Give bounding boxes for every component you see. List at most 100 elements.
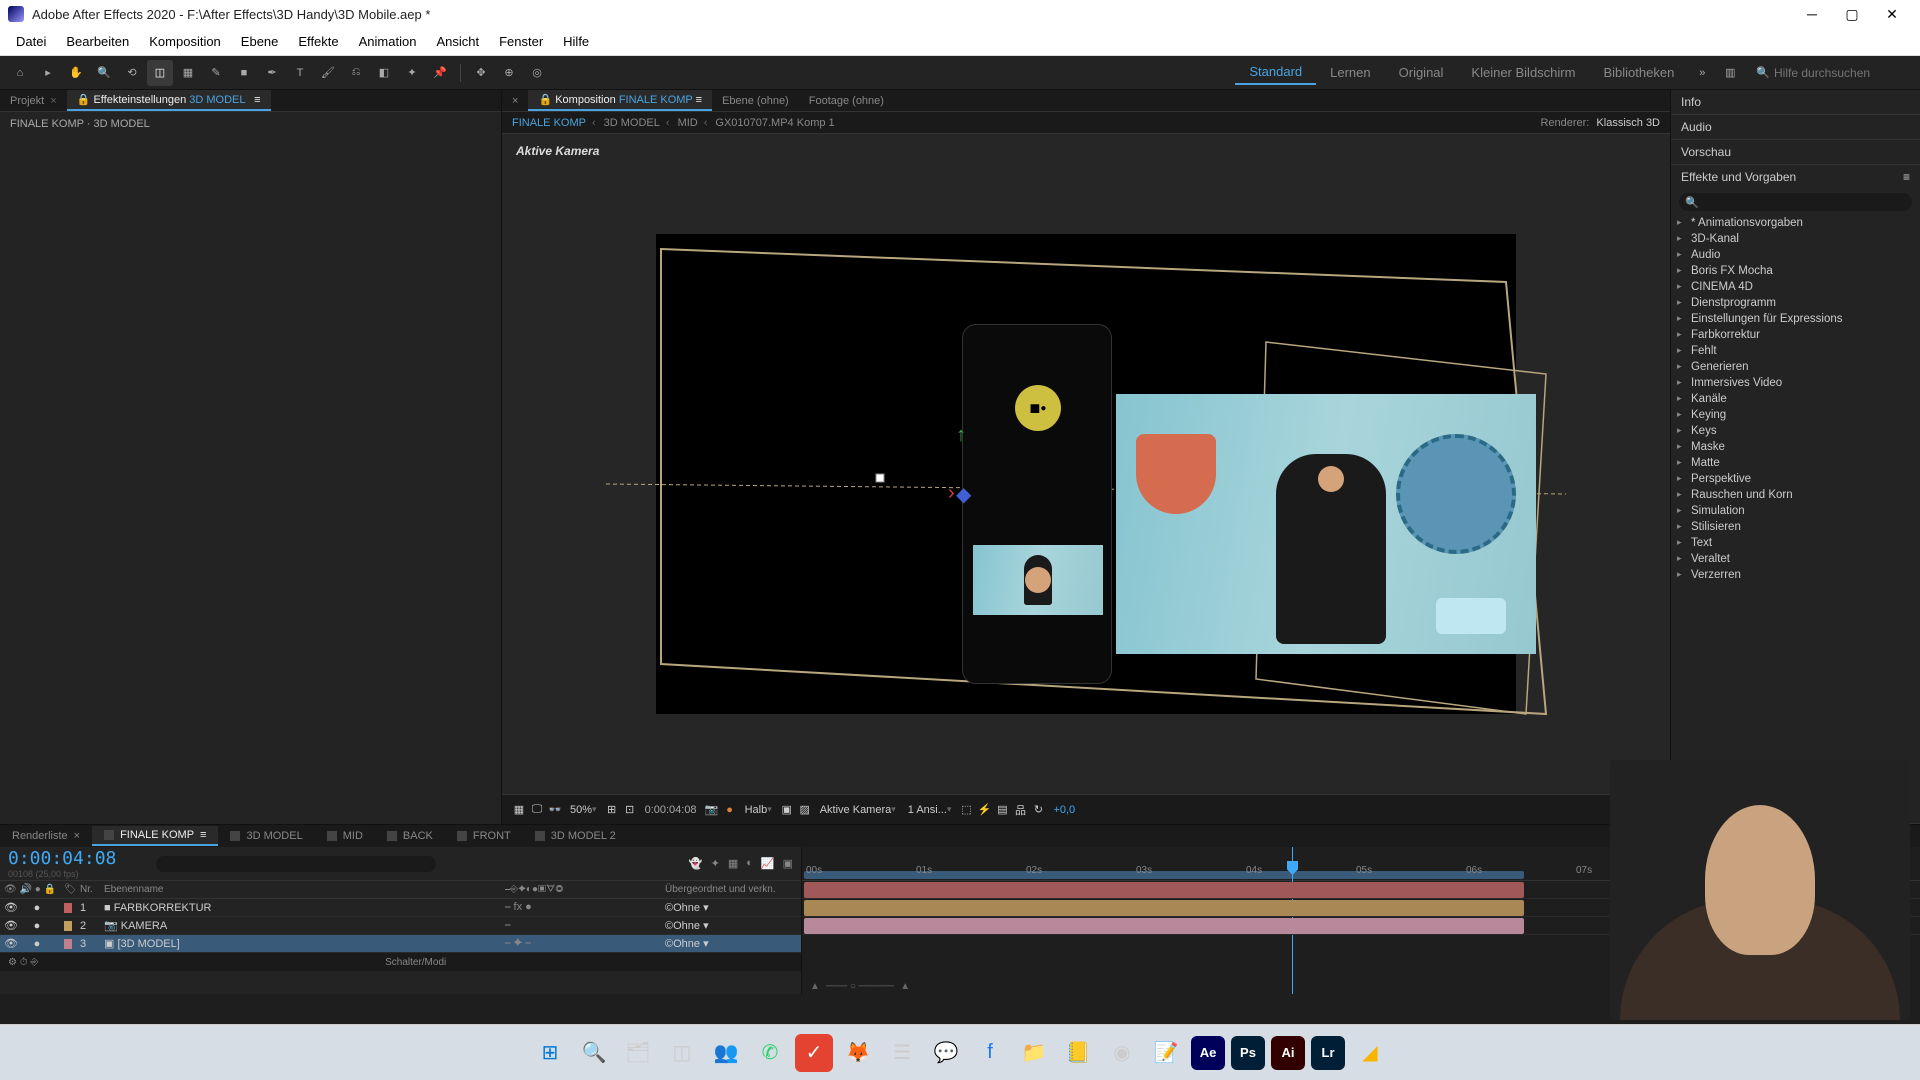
layer-bar-1[interactable] [804,882,1524,898]
transparency-icon[interactable]: ▨ [796,801,814,819]
taskbar-teams[interactable]: 👥 [707,1034,745,1072]
effect-category[interactable]: Audio [1671,247,1920,263]
hand-tool[interactable]: ✋ [63,60,89,86]
views-count-dropdown[interactable]: 1 Ansi... [908,804,952,816]
type-tool[interactable]: T [287,60,313,86]
workspace-more-icon[interactable]: » [1689,60,1715,86]
timeline-tab[interactable]: 3D MODEL 2 [523,827,628,845]
effect-category[interactable]: Stilisieren [1671,519,1920,535]
taskbar-after-effects[interactable]: Ae [1191,1036,1225,1070]
reset-exposure-icon[interactable]: ↻ [1029,801,1047,819]
taskbar-files[interactable]: 📁 [1015,1034,1053,1072]
gizmo-z-axis[interactable]: ◆ [956,482,971,507]
zoom-in-icon[interactable]: ▲ [900,981,910,992]
effect-category[interactable]: Matte [1671,455,1920,471]
brush-tool[interactable]: 🖌 [315,60,341,86]
panel-info[interactable]: Info [1671,90,1920,114]
crumb-3dmodel[interactable]: 3D MODEL‹ [604,117,670,129]
gizmo-x-axis[interactable]: › [948,482,955,505]
taskbar-firefox[interactable]: 🦊 [839,1034,877,1072]
effect-category[interactable]: Keying [1671,407,1920,423]
work-area-bar[interactable] [804,871,1524,879]
taskbar-search[interactable]: 🔍 [575,1034,613,1072]
workspace-grid-icon[interactable]: ▥ [1717,60,1743,86]
home-tool[interactable]: ⌂ [7,60,33,86]
workspace-original[interactable]: Original [1385,61,1458,84]
effect-category[interactable]: Text [1671,535,1920,551]
tl-fx-icon[interactable]: ✦ [711,857,720,870]
mask-icon[interactable]: 👓 [546,801,564,819]
composition-viewer[interactable]: Aktive Kamera [502,134,1670,794]
menu-animation[interactable]: Animation [349,30,427,53]
effect-category[interactable]: Rauschen und Korn [1671,487,1920,503]
panel-menu-icon[interactable]: ≡ [1903,170,1910,184]
minimize-button[interactable]: ─ [1792,0,1832,28]
effect-category[interactable]: Immersives Video [1671,375,1920,391]
effects-search[interactable]: 🔍 [1679,193,1912,211]
tab-effect-controls[interactable]: 🔒 Effekteinstellungen 3D MODEL ≡ [67,90,271,111]
tl-shy-icon[interactable]: 👻 [689,857,703,870]
taskbar-app1[interactable]: ☰ [883,1034,921,1072]
tl-graph-icon[interactable]: 📈 [761,857,775,870]
rotate-tool[interactable]: ◫ [147,60,173,86]
taskbar-whatsapp[interactable]: ✆ [751,1034,789,1072]
resolution-dropdown[interactable]: Halb [745,804,772,816]
effect-category[interactable]: Einstellungen für Expressions [1671,311,1920,327]
taskbar-lightroom[interactable]: Lr [1311,1036,1345,1070]
layer-row[interactable]: 👁● 2 📷 KAMERA ⎯ © Ohne ▾ [0,917,801,935]
eraser-tool[interactable]: ◧ [371,60,397,86]
clone-tool[interactable]: ⎌ [343,60,369,86]
effect-category[interactable]: 3D-Kanal [1671,231,1920,247]
guides-icon[interactable]: ⊡ [621,801,639,819]
effect-category[interactable]: Keys [1671,423,1920,439]
menu-komposition[interactable]: Komposition [139,30,231,53]
zoom-dropdown[interactable]: 50% [570,804,597,816]
comp-close-icon[interactable]: × [502,92,528,110]
tab-project[interactable]: Projekt× [0,92,67,110]
layer-search[interactable] [156,856,436,872]
taskbar-illustrator[interactable]: Ai [1271,1036,1305,1070]
effect-category[interactable]: Fehlt [1671,343,1920,359]
pixel-aspect-icon[interactable]: ⬚ [957,801,975,819]
taskbar-facebook[interactable]: f [971,1034,1009,1072]
snapshot-icon[interactable]: 📷 [703,801,721,819]
menu-effekte[interactable]: Effekte [288,30,348,53]
axis-world-icon[interactable]: ⊕ [496,60,522,86]
maximize-button[interactable]: ▢ [1832,0,1872,28]
crumb-finale[interactable]: FINALE KOMP‹ [512,117,596,129]
taskbar-messenger[interactable]: 💬 [927,1034,965,1072]
puppet-tool[interactable]: 📌 [427,60,453,86]
layer-bar-3[interactable] [804,918,1524,934]
timeline-icon[interactable]: ▤ [993,801,1011,819]
effect-category[interactable]: Kanäle [1671,391,1920,407]
toggle-switches-icon[interactable]: ⚙ ⏱ ⎆ [8,957,38,968]
camera-tool[interactable]: ▦ [175,60,201,86]
region-icon[interactable]: ▣ [778,801,796,819]
effect-category[interactable]: Farbkorrektur [1671,327,1920,343]
effect-category[interactable]: * Animationsvorgaben [1671,215,1920,231]
current-timecode[interactable]: 0:00:04:08 [8,848,116,869]
col-parent[interactable]: Übergeordnet und verkn. [661,884,801,895]
tab-layer[interactable]: Ebene (ohne) [712,92,799,110]
taskbar-app2[interactable]: ◢ [1351,1034,1389,1072]
effect-category[interactable]: Veraltet [1671,551,1920,567]
layer-row[interactable]: 👁● 3 ▣ [3D MODEL] ⎯ ✦ ⎯ © Ohne ▾ [0,935,801,953]
menu-hilfe[interactable]: Hilfe [553,30,599,53]
alpha-icon[interactable]: ▦ [510,801,528,819]
viewer-timecode[interactable]: 0:00:04:08 [645,804,697,816]
taskbar-taskview[interactable]: ◫ [663,1034,701,1072]
tab-composition[interactable]: 🔒 Komposition FINALE KOMP ≡ [528,90,712,111]
taskbar-todoist[interactable]: ✓ [795,1034,833,1072]
workspace-bibliotheken[interactable]: Bibliotheken [1589,61,1688,84]
close-button[interactable]: ✕ [1872,0,1912,28]
tl-frame-blend-icon[interactable]: ▦ [728,857,738,870]
timeline-tab[interactable]: FINALE KOMP ≡ [92,826,218,846]
axis-local-icon[interactable]: ✥ [468,60,494,86]
panel-preview[interactable]: Vorschau [1671,140,1920,164]
menu-ebene[interactable]: Ebene [231,30,289,53]
tl-motion-blur-icon[interactable]: ◐ [746,857,753,870]
timeline-tab[interactable]: 3D MODEL [218,827,314,845]
timeline-tab[interactable]: Renderliste × [0,827,92,845]
taskbar-cloud[interactable]: 📒 [1059,1034,1097,1072]
effect-category[interactable]: CINEMA 4D [1671,279,1920,295]
